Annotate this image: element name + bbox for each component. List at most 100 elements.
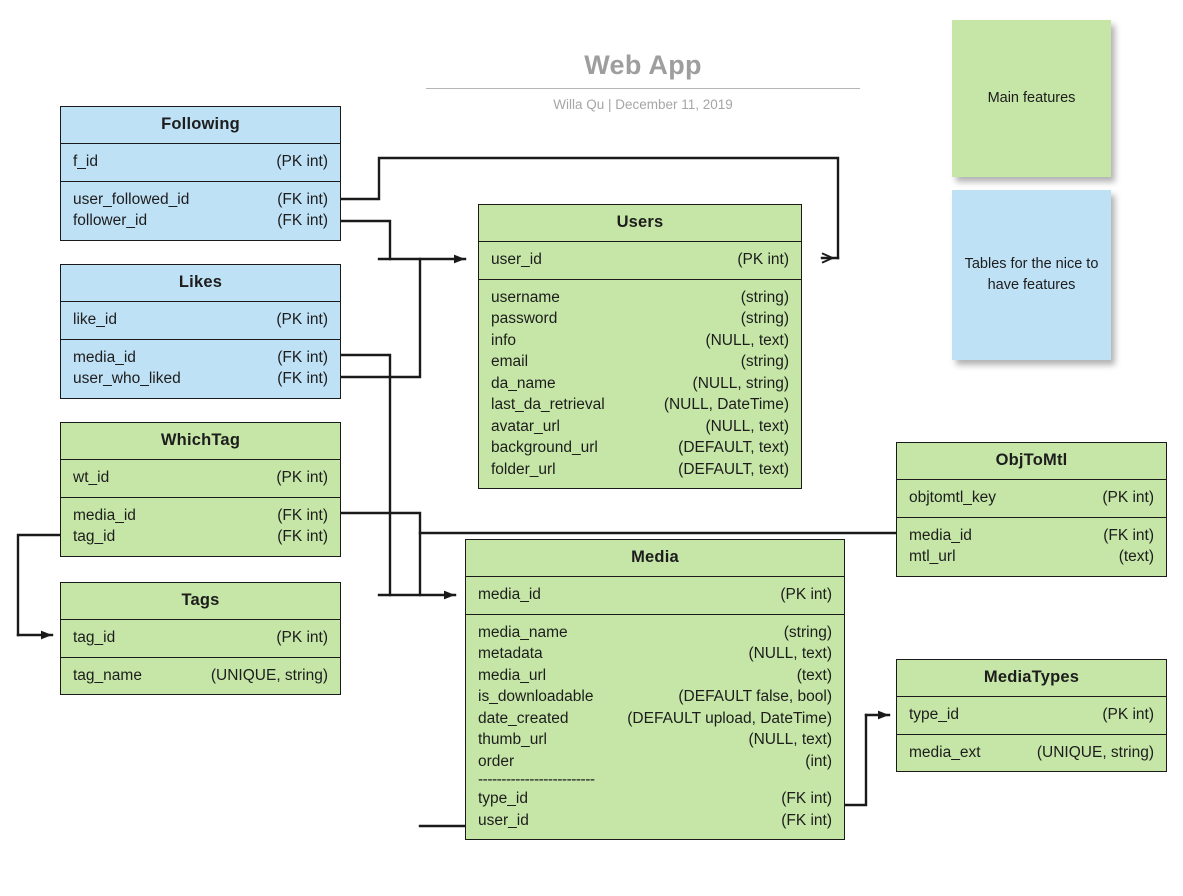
field-type: (string) — [740, 288, 789, 306]
wire-following-follower-users — [339, 219, 392, 261]
table-media-keys: media_id (PK int) — [466, 577, 844, 614]
field-name: tag_id — [73, 629, 116, 646]
wire-media-typeid-mediatypes — [843, 713, 868, 807]
field-name: objtomtl_key — [909, 489, 997, 506]
table-tags[interactable]: Tags tag_id (PK int) tag_name (UNIQUE, s… — [60, 582, 341, 695]
table-row: wt_id (PK int) — [73, 467, 328, 489]
field-name: follower_id — [73, 212, 148, 229]
field-type: (PK int) — [276, 153, 328, 170]
table-tags-fields: tag_name (UNIQUE, string) — [61, 656, 340, 695]
field-type: (NULL, DateTime) — [663, 396, 789, 413]
table-row: follower_id (FK int) — [73, 210, 328, 232]
table-row: media_ext (UNIQUE, string) — [909, 742, 1154, 764]
table-likes[interactable]: Likes like_id (PK int) media_id (FK int)… — [60, 264, 341, 399]
wire-whichtag-mediaid-media — [339, 511, 422, 597]
field-name: email — [491, 353, 529, 370]
table-row: thumb_url (NULL, text) — [478, 729, 832, 751]
table-media-fields: media_name (string) metadata (NULL, text… — [466, 613, 844, 840]
field-type: (FK int) — [277, 212, 328, 229]
field-name: mtl_url — [909, 548, 956, 565]
field-name: background_url — [491, 439, 598, 456]
field-type: (FK int) — [277, 528, 328, 545]
table-row: type_id (FK int) — [478, 788, 832, 810]
field-name: media_ext — [909, 743, 981, 761]
table-following-title: Following — [61, 107, 340, 144]
table-row: tag_id (FK int) — [73, 526, 328, 548]
table-mediatypes-title: MediaTypes — [897, 660, 1166, 697]
er-diagram-canvas: Web App Willa Qu | December 11, 2019 Mai… — [0, 0, 1183, 896]
table-row: info (NULL, text) — [491, 330, 789, 352]
field-name: type_id — [909, 706, 959, 723]
table-users[interactable]: Users user_id (PK int) username (string)… — [478, 204, 802, 489]
field-type: (FK int) — [277, 348, 328, 366]
table-row: objtomtl_key (PK int) — [909, 487, 1154, 509]
field-type: (FK int) — [277, 506, 328, 524]
table-row: user_followed_id (FK int) — [73, 189, 328, 211]
field-type: (DEFAULT, text) — [678, 460, 789, 478]
wire-likes-mediaid-media — [339, 353, 392, 597]
field-type: (FK int) — [277, 190, 328, 208]
table-whichtag[interactable]: WhichTag wt_id (PK int) media_id (FK int… — [60, 422, 341, 557]
field-name: media_url — [478, 666, 547, 684]
legend-note-nice-to-have: Tables for the nice to have features — [952, 190, 1111, 360]
table-media[interactable]: Media media_id (PK int) media_name (stri… — [465, 539, 845, 840]
field-type: (PK int) — [276, 311, 328, 328]
legend-note-main-features: Main features — [952, 20, 1111, 177]
table-mediatypes-keys: type_id (PK int) — [897, 697, 1166, 734]
table-row: media_id (FK int) — [73, 505, 328, 527]
table-users-fields: username (string) password (string) info… — [479, 278, 801, 489]
table-objtomtl-fields: media_id (FK int) mtl_url (text) — [897, 516, 1166, 576]
wire-likes-userwholiked-users — [339, 257, 422, 379]
field-name: media_id — [73, 348, 136, 366]
field-type: (DEFAULT, text) — [678, 439, 789, 456]
table-tags-keys: tag_id (PK int) — [61, 620, 340, 657]
table-mediatypes[interactable]: MediaTypes type_id (PK int) media_ext (U… — [896, 659, 1167, 772]
field-name: f_id — [73, 153, 98, 170]
field-group-separator: ------------------------- — [478, 771, 595, 788]
field-name: avatar_url — [491, 417, 560, 435]
field-name: media_id — [478, 586, 541, 603]
field-type: (NULL, string) — [692, 374, 789, 392]
field-name: wt_id — [73, 469, 110, 486]
table-row: mtl_url (text) — [909, 546, 1154, 568]
table-objtomtl[interactable]: ObjToMtl objtomtl_key (PK int) media_id … — [896, 442, 1167, 577]
page-title: Web App — [584, 50, 702, 80]
field-type: (string) — [740, 310, 789, 327]
field-type: (PK int) — [737, 251, 789, 268]
field-name: media_id — [909, 526, 972, 544]
table-row: media_id (FK int) — [909, 525, 1154, 547]
title-divider — [426, 88, 860, 89]
table-whichtag-title: WhichTag — [61, 423, 340, 460]
field-type: (FK int) — [1103, 526, 1154, 544]
field-type: (NULL, text) — [705, 417, 789, 435]
field-name: info — [491, 331, 516, 349]
field-name: media_id — [73, 506, 136, 524]
table-row: user_who_liked (FK int) — [73, 368, 328, 390]
field-name: folder_url — [491, 460, 556, 478]
field-name: user_who_liked — [73, 370, 181, 387]
table-mediatypes-fields: media_ext (UNIQUE, string) — [897, 733, 1166, 772]
table-following[interactable]: Following f_id (PK int) user_followed_id… — [60, 106, 341, 241]
table-following-keys: f_id (PK int) — [61, 144, 340, 181]
table-whichtag-fields: media_id (FK int) tag_id (FK int) — [61, 496, 340, 556]
table-row: email (string) — [491, 351, 789, 373]
table-row: media_url (text) — [478, 665, 832, 687]
table-row: f_id (PK int) — [73, 151, 328, 173]
field-type: (PK int) — [276, 629, 328, 646]
field-name: da_name — [491, 374, 556, 392]
table-likes-title: Likes — [61, 265, 340, 302]
field-name: like_id — [73, 311, 117, 328]
table-row: is_downloadable (DEFAULT false, bool) — [478, 686, 832, 708]
table-objtomtl-title: ObjToMtl — [897, 443, 1166, 480]
field-name: user_followed_id — [73, 190, 190, 208]
table-whichtag-keys: wt_id (PK int) — [61, 460, 340, 497]
table-row: username (string) — [491, 287, 789, 309]
table-row: media_id (FK int) — [73, 347, 328, 369]
field-type: (PK int) — [1102, 706, 1154, 723]
field-type: (text) — [1118, 548, 1154, 565]
table-row: media_name (string) — [478, 622, 832, 644]
table-users-title: Users — [479, 205, 801, 242]
table-row: order (int) — [478, 751, 832, 773]
field-name: user_id — [478, 811, 529, 829]
wire-whichtag-tagid-tags — [16, 533, 62, 637]
